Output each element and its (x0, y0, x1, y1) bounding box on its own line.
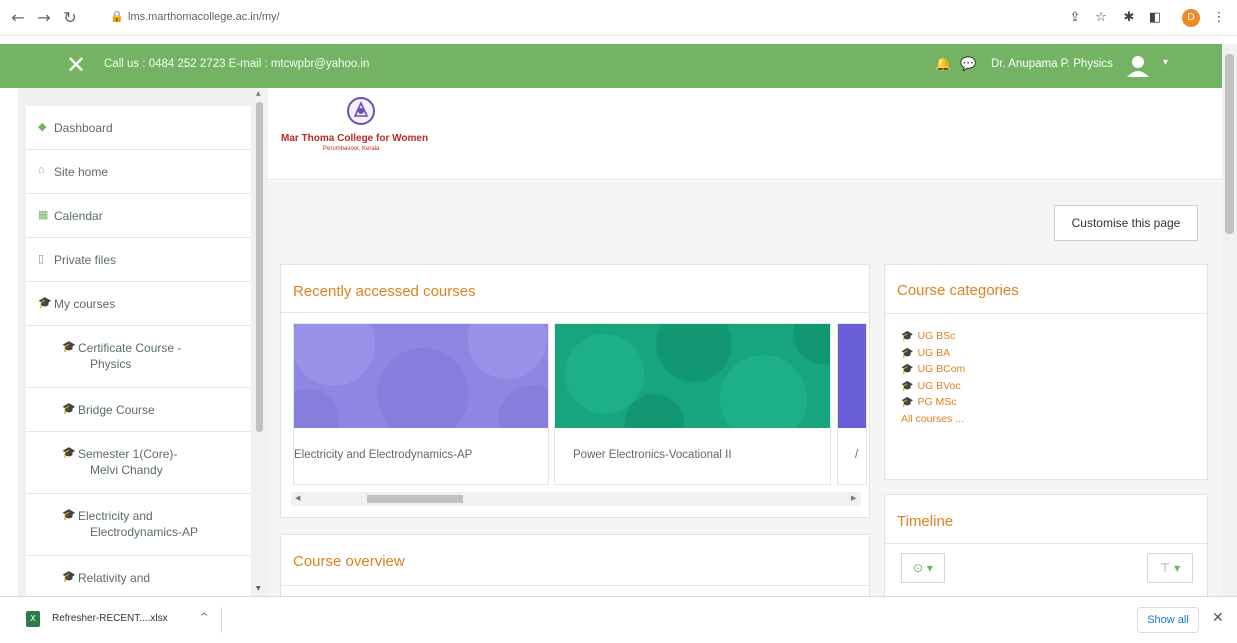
graduation-cap-icon: 🎓 (62, 341, 76, 353)
sidebar-course-certificate[interactable]: 🎓 Certificate Course - Physics (26, 326, 251, 388)
graduation-cap-icon: 🎓 (901, 331, 914, 342)
recently-accessed-courses-block: Recently accessed courses Electricity an… (280, 264, 870, 518)
menu-kebab-icon[interactable]: ⋮ (1210, 9, 1228, 27)
scroll-right-icon[interactable]: ▶ (851, 494, 856, 502)
category-link[interactable]: 🎓 PG MSc (901, 396, 965, 413)
show-all-button[interactable]: Show all (1137, 607, 1199, 633)
course-categories-block: Course categories 🎓 UG BSc 🎓 UG BA 🎓 UG BCo… (884, 264, 1208, 480)
download-file-name: Refresher-RECENT....xlsx (52, 613, 168, 624)
dashboard-icon: ◆ (38, 121, 47, 133)
user-menu-caret-icon[interactable]: ▾ (1163, 57, 1168, 68)
file-icon: ▯ (38, 253, 45, 265)
profile-avatar[interactable]: D (1182, 9, 1200, 27)
user-name[interactable]: Dr. Anupama P. Physics (991, 58, 1113, 70)
url-text: lms.marthomacollege.ac.in/my/ (128, 11, 280, 23)
user-avatar-icon[interactable] (1123, 51, 1153, 81)
extensions-icon[interactable]: ✱ (1120, 9, 1138, 27)
clock-icon: ⊙ (913, 561, 924, 575)
reload-icon[interactable]: ↻ (60, 8, 80, 28)
close-icon[interactable]: ✕ (1212, 610, 1224, 626)
college-location: Perumbavoor, Kerala (323, 146, 380, 152)
sidebar-course-bridge[interactable]: 🎓 Bridge Course (26, 388, 251, 432)
calendar-icon: ▦ (38, 209, 49, 221)
timeline-sort-dropdown[interactable]: ⊤ ▾ (1147, 553, 1193, 583)
browser-toolbar: ← → ↻ 🔒 lms.marthomacollege.ac.in/my/ ⇪ … (0, 0, 1237, 36)
site-header: Mar Thoma College for Women Perumbavoor,… (268, 88, 1222, 180)
graduation-cap-icon: 🎓 (62, 447, 76, 459)
course-overview-block: Course overview (280, 534, 870, 604)
site-navbar: ✕ Call us : 0484 252 2723 E-mail : mtcwp… (0, 44, 1222, 88)
graduation-cap-icon: 🎓 (62, 571, 76, 583)
graduation-cap-icon: 🎓 (62, 509, 76, 521)
notification-bell-icon[interactable]: 🔔 (935, 57, 951, 72)
course-name[interactable]: Electricity and Electrodynamics-AP (294, 449, 472, 461)
sidebar-scrollbar[interactable]: ▲ ▼ (253, 88, 266, 596)
star-icon[interactable]: ☆ (1092, 9, 1110, 27)
share-icon[interactable]: ⇪ (1066, 9, 1084, 27)
download-item[interactable]: X Refresher-RECENT....xlsx ^ (12, 607, 222, 633)
customise-page-button[interactable]: Customise this page (1054, 205, 1198, 241)
category-link[interactable]: 🎓 UG BSc (901, 330, 965, 347)
course-name[interactable]: Power Electronics-Vocational II (573, 449, 732, 461)
block-title: Course overview (293, 553, 405, 570)
forward-icon[interactable]: → (34, 8, 54, 28)
block-title: Timeline (897, 513, 954, 530)
nav-drawer: ◆ Dashboard ⌂ Site home ▦ Calendar ▯ Pri… (18, 88, 268, 600)
graduation-cap-icon: 🎓 (901, 397, 914, 408)
block-title: Recently accessed courses (293, 283, 476, 300)
course-image (838, 324, 866, 428)
course-card[interactable]: Power Electronics-Vocational II (554, 323, 831, 485)
contact-info: Call us : 0484 252 2723 E-mail : mtcwpbr… (104, 58, 370, 70)
chevron-up-icon[interactable]: ^ (200, 612, 208, 623)
course-name[interactable]: / (855, 449, 858, 461)
category-link[interactable]: 🎓 UG BCom (901, 363, 965, 380)
sidebar-item-my-courses[interactable]: 🎓 My courses (26, 282, 251, 326)
college-name: Mar Thoma College for Women (281, 133, 429, 144)
sidebar-item-calendar[interactable]: ▦ Calendar (26, 194, 251, 238)
sidebar-item-private-files[interactable]: ▯ Private files (26, 238, 251, 282)
back-icon[interactable]: ← (8, 8, 28, 28)
course-image (555, 324, 830, 428)
scroll-down-icon[interactable]: ▼ (256, 585, 261, 592)
course-image (294, 324, 548, 428)
sidepanel-icon[interactable]: ◧ (1146, 9, 1164, 27)
lock-icon: 🔒 (110, 10, 124, 23)
all-courses-link[interactable]: All courses ... (901, 413, 965, 430)
course-card[interactable]: Electricity and Electrodynamics-AP (293, 323, 549, 485)
course-card[interactable]: / (837, 323, 867, 485)
sidebar-item-dashboard[interactable]: ◆ Dashboard (26, 106, 251, 150)
message-icon[interactable]: 💬 (960, 57, 976, 72)
page-scrollbar[interactable] (1222, 44, 1237, 596)
timeline-block: Timeline ⊙ ▾ ⊤ ▾ (884, 494, 1208, 604)
scroll-up-icon[interactable]: ▲ (256, 90, 261, 97)
graduation-cap-icon: 🎓 (901, 380, 914, 392)
graduation-cap-icon: 🎓 (62, 403, 76, 415)
sidebar-item-site-home[interactable]: ⌂ Site home (26, 150, 251, 194)
timeline-filter-dropdown[interactable]: ⊙ ▾ (901, 553, 945, 583)
graduation-cap-icon: 🎓 (38, 297, 52, 309)
sidebar-course-relativity[interactable]: 🎓 Relativity and (26, 556, 251, 600)
filter-icon: ⊤ (1159, 561, 1171, 575)
excel-file-icon: X (26, 611, 40, 627)
sidebar-course-semester1[interactable]: 🎓 Semester 1(Core)- Melvi Chandy (26, 432, 251, 494)
category-link[interactable]: 🎓 UG BVoc (901, 380, 965, 397)
block-title: Course categories (897, 282, 1019, 299)
category-link[interactable]: 🎓 UG BA (901, 347, 965, 364)
sidebar-course-electricity[interactable]: 🎓 Electricity and Electrodynamics-AP (26, 494, 251, 556)
home-icon: ⌂ (38, 164, 45, 176)
close-drawer-icon[interactable]: ✕ (66, 52, 86, 78)
college-logo-icon[interactable] (346, 96, 376, 126)
download-shelf: X Refresher-RECENT....xlsx ^ Show all ✕ (0, 596, 1237, 643)
graduation-cap-icon: 🎓 (901, 364, 914, 375)
graduation-cap-icon: 🎓 (901, 347, 914, 359)
address-bar[interactable]: 🔒 lms.marthomacollege.ac.in/my/ (110, 6, 1160, 30)
scroll-left-icon[interactable]: ◀ (295, 494, 300, 502)
courses-horizontal-scrollbar[interactable]: ◀ ▶ (291, 492, 861, 506)
